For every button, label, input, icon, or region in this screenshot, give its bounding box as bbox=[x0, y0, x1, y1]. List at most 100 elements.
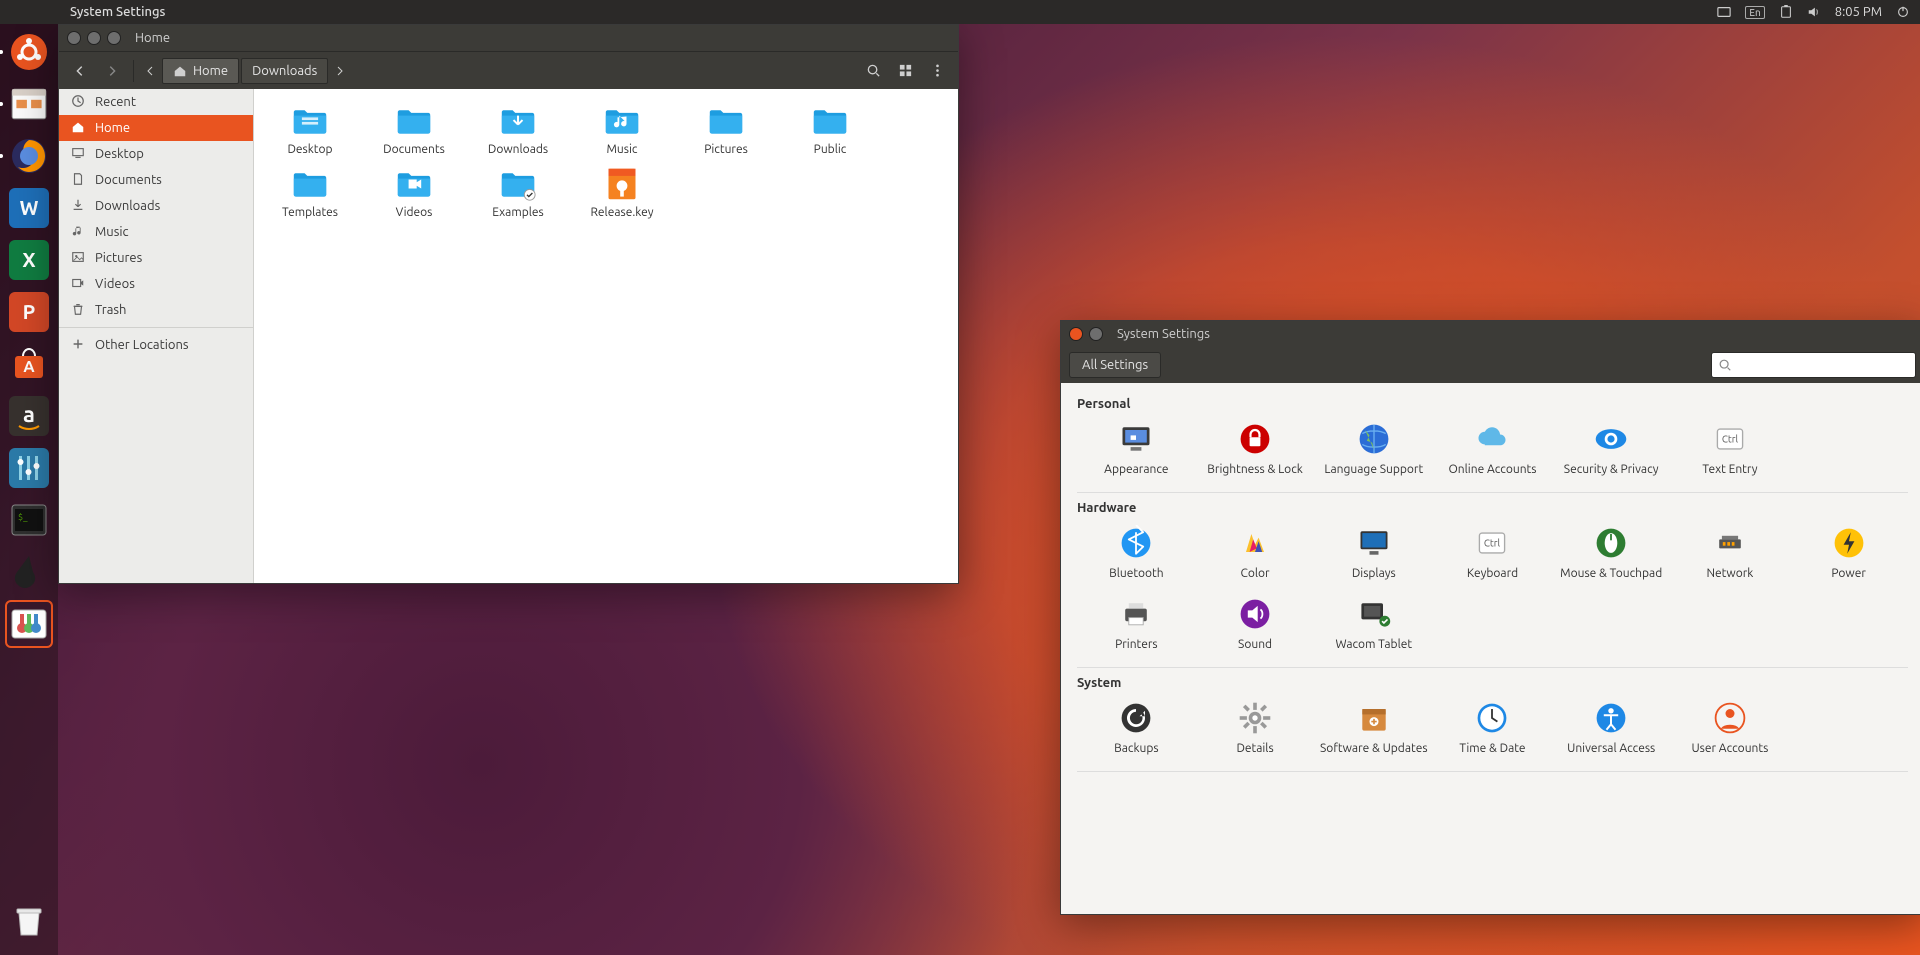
settings-item-globe[interactable]: Language Support bbox=[1314, 415, 1433, 480]
search-button[interactable] bbox=[858, 57, 888, 85]
launcher-system-settings[interactable] bbox=[5, 600, 53, 648]
settings-item-sound[interactable]: Sound bbox=[1196, 590, 1315, 655]
file-label: Release.key bbox=[590, 206, 653, 219]
launcher-firefox[interactable] bbox=[5, 132, 53, 180]
power-icon bbox=[1829, 523, 1869, 563]
sidebar-desktop[interactable]: Desktop bbox=[59, 141, 253, 167]
settings-item-keyboard[interactable]: Ctrl Keyboard bbox=[1433, 519, 1552, 584]
file-item[interactable]: Downloads bbox=[476, 103, 560, 156]
files-content[interactable]: Desktop Documents Downloads Music Pictures Pu… bbox=[254, 89, 958, 583]
sidebar-home[interactable]: Home bbox=[59, 115, 253, 141]
file-item[interactable]: Desktop bbox=[268, 103, 352, 156]
hamburger-menu-button[interactable] bbox=[922, 57, 952, 85]
nav-back-button[interactable] bbox=[65, 57, 95, 85]
settings-titlebar[interactable]: System Settings bbox=[1061, 321, 1920, 347]
clock[interactable]: 8:05 PM bbox=[1835, 5, 1882, 19]
window-close-button[interactable] bbox=[67, 31, 81, 45]
settings-item-bluetooth[interactable]: Bluetooth bbox=[1077, 519, 1196, 584]
settings-item-color[interactable]: Color bbox=[1196, 519, 1315, 584]
keyboard-icon: Ctrl bbox=[1472, 523, 1512, 563]
files-titlebar[interactable]: Home bbox=[59, 25, 958, 51]
launcher-files[interactable] bbox=[5, 80, 53, 128]
sidebar-downloads[interactable]: Downloads bbox=[59, 193, 253, 219]
view-grid-button[interactable] bbox=[890, 57, 920, 85]
sidebar-other[interactable]: Other Locations bbox=[59, 332, 253, 358]
file-item[interactable]: Pictures bbox=[684, 103, 768, 156]
settings-item-label: Software & Updates bbox=[1320, 742, 1428, 755]
launcher-trash[interactable] bbox=[5, 897, 53, 945]
settings-item-label: Power bbox=[1831, 567, 1866, 580]
window-maximize-button[interactable] bbox=[107, 31, 121, 45]
volume-icon[interactable] bbox=[1807, 5, 1821, 19]
settings-item-appearance[interactable]: Appearance bbox=[1077, 415, 1196, 480]
settings-item-cloud[interactable]: Online Accounts bbox=[1433, 415, 1552, 480]
settings-item-network[interactable]: Network bbox=[1671, 519, 1790, 584]
settings-item-label: Online Accounts bbox=[1449, 463, 1537, 476]
window-minimize-button[interactable] bbox=[87, 31, 101, 45]
path-forward-button[interactable] bbox=[330, 57, 350, 85]
sidebar-documents[interactable]: Documents bbox=[59, 167, 253, 193]
settings-item-user[interactable]: User Accounts bbox=[1671, 694, 1790, 759]
sidebar-videos[interactable]: Videos bbox=[59, 271, 253, 297]
messaging-icon[interactable] bbox=[1717, 5, 1731, 19]
sidebar-recent[interactable]: Recent bbox=[59, 89, 253, 115]
launcher-ubuntu-dash[interactable] bbox=[5, 28, 53, 76]
settings-item-access[interactable]: Universal Access bbox=[1552, 694, 1671, 759]
window-minimize-button[interactable] bbox=[1089, 327, 1103, 341]
file-item[interactable]: Templates bbox=[268, 166, 352, 219]
settings-item-wacom[interactable]: Wacom Tablet bbox=[1314, 590, 1433, 655]
file-item[interactable]: Examples bbox=[476, 166, 560, 219]
file-item[interactable]: Public bbox=[788, 103, 872, 156]
file-label: Desktop bbox=[287, 143, 332, 156]
settings-search-input[interactable] bbox=[1732, 358, 1909, 372]
breadcrumb-downloads[interactable]: Downloads bbox=[241, 58, 328, 84]
launcher-sound-settings[interactable] bbox=[5, 444, 53, 492]
file-item[interactable]: Music bbox=[580, 103, 664, 156]
sidebar-music[interactable]: Music bbox=[59, 219, 253, 245]
settings-item-mouse[interactable]: Mouse & Touchpad bbox=[1552, 519, 1671, 584]
settings-item-lock[interactable]: Brightness & Lock bbox=[1196, 415, 1315, 480]
settings-item-printer[interactable]: Printers bbox=[1077, 590, 1196, 655]
all-settings-button[interactable]: All Settings bbox=[1069, 352, 1161, 378]
nav-forward-button[interactable] bbox=[97, 57, 127, 85]
launcher-inkscape[interactable] bbox=[5, 548, 53, 596]
launcher-impress[interactable]: P bbox=[5, 288, 53, 336]
search-icon bbox=[1718, 358, 1732, 372]
downloads-icon bbox=[71, 198, 85, 215]
settings-item-clock[interactable]: Time & Date bbox=[1433, 694, 1552, 759]
file-item[interactable]: Documents bbox=[372, 103, 456, 156]
top-menubar: System Settings En 8:05 PM bbox=[0, 0, 1920, 24]
session-gear-icon[interactable] bbox=[1896, 5, 1910, 19]
settings-item-power[interactable]: Power bbox=[1789, 519, 1908, 584]
home-icon bbox=[71, 120, 85, 137]
svg-text:P: P bbox=[23, 300, 36, 323]
access-icon bbox=[1591, 698, 1631, 738]
launcher-terminal[interactable]: $_ bbox=[5, 496, 53, 544]
battery-icon[interactable] bbox=[1779, 5, 1793, 19]
settings-item-label: Bluetooth bbox=[1109, 567, 1164, 580]
settings-item-eye[interactable]: Security & Privacy bbox=[1552, 415, 1671, 480]
settings-item-ctrl[interactable]: CtrlText Entry bbox=[1671, 415, 1790, 480]
settings-search[interactable] bbox=[1711, 352, 1916, 378]
sidebar-trash[interactable]: Trash bbox=[59, 297, 253, 323]
launcher-writer[interactable]: W bbox=[5, 184, 53, 232]
path-back-button[interactable] bbox=[140, 57, 160, 85]
sidebar-pictures[interactable]: Pictures bbox=[59, 245, 253, 271]
window-close-button[interactable] bbox=[1069, 327, 1083, 341]
breadcrumb-home[interactable]: Home bbox=[162, 58, 239, 84]
settings-item-gear[interactable]: Details bbox=[1196, 694, 1315, 759]
keyboard-language-indicator[interactable]: En bbox=[1745, 6, 1764, 19]
settings-item-backup[interactable]: Backups bbox=[1077, 694, 1196, 759]
lock-icon bbox=[1235, 419, 1275, 459]
settings-item-package[interactable]: Software & Updates bbox=[1314, 694, 1433, 759]
file-item[interactable]: Release.key bbox=[580, 166, 664, 219]
file-item[interactable]: Videos bbox=[372, 166, 456, 219]
other-icon bbox=[71, 337, 85, 354]
sidebar-label: Music bbox=[95, 225, 129, 239]
settings-item-label: Keyboard bbox=[1467, 567, 1518, 580]
launcher-amazon[interactable]: a bbox=[5, 392, 53, 440]
settings-item-display[interactable]: Displays bbox=[1314, 519, 1433, 584]
launcher-calc[interactable]: X bbox=[5, 236, 53, 284]
launcher-software[interactable]: A bbox=[5, 340, 53, 388]
pictures-icon bbox=[71, 250, 85, 267]
